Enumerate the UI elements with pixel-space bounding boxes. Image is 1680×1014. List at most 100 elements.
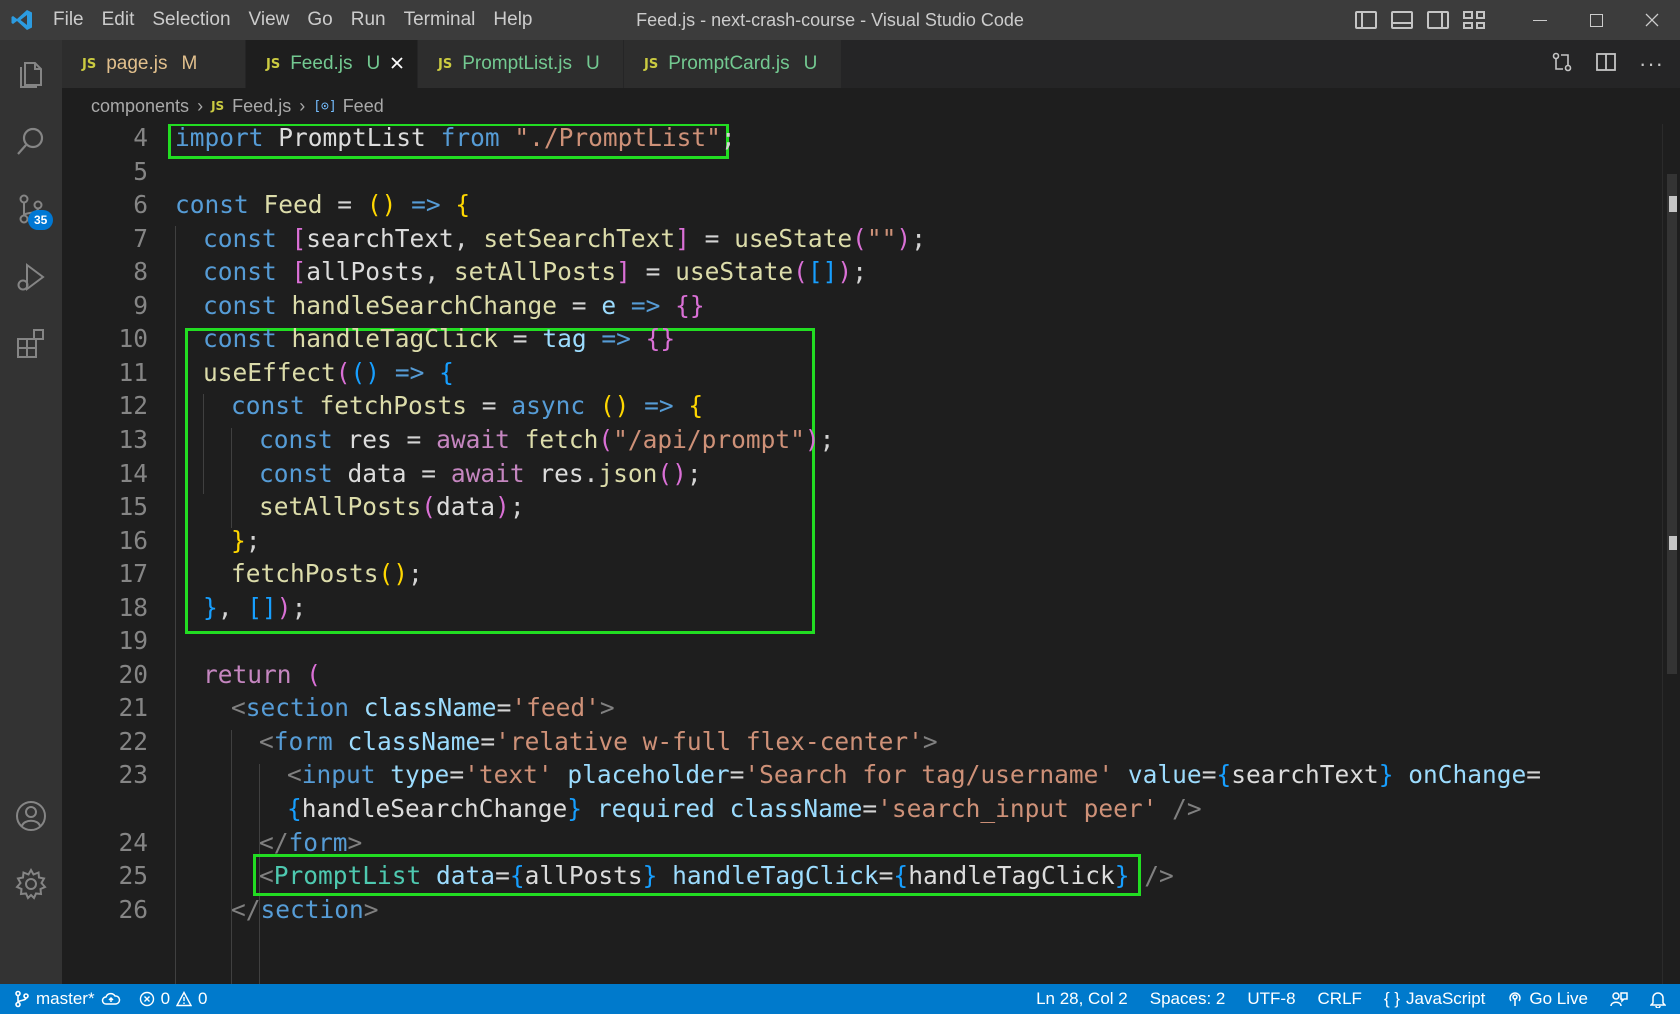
line-number: 22	[118, 726, 148, 756]
menu-view[interactable]: View	[240, 0, 299, 40]
code-text: }, []);	[203, 590, 306, 626]
code-token: }	[203, 592, 218, 622]
source-control-icon[interactable]: 35	[0, 178, 62, 240]
minimize-button[interactable]	[1512, 0, 1568, 40]
code-line[interactable]: 22 <form className='relative w-full flex-…	[62, 724, 1662, 760]
code-line[interactable]: 19	[62, 623, 1662, 659]
code-line[interactable]: 23 <input type='text' placeholder='Search…	[62, 757, 1662, 793]
code-line[interactable]: 25 <PromptList data={allPosts} handleTagC…	[62, 858, 1662, 894]
code-token: .	[583, 458, 599, 488]
scrollbar-thumb[interactable]	[1667, 174, 1677, 674]
go-live-button[interactable]: Go Live	[1507, 989, 1588, 1009]
maximize-button[interactable]	[1568, 0, 1624, 40]
code-line[interactable]: 12 const fetchPosts = async () => {	[62, 388, 1662, 424]
menu-run[interactable]: Run	[342, 0, 395, 40]
code-line[interactable]: 21 <section className='feed'>	[62, 690, 1662, 726]
breadcrumb-folder[interactable]: components	[91, 96, 189, 117]
explorer-icon[interactable]	[0, 42, 62, 104]
line-number: 19	[118, 626, 148, 656]
feedback-icon[interactable]	[1610, 990, 1628, 1008]
breadcrumb-symbol[interactable]: Feed	[343, 96, 384, 117]
toggle-primary-sidebar-icon[interactable]	[1355, 11, 1377, 29]
code-line[interactable]: 11 useEffect(() => {	[62, 355, 1662, 391]
menu-selection[interactable]: Selection	[143, 0, 239, 40]
code-token: 'feed'	[511, 693, 600, 723]
menu-edit[interactable]: Edit	[93, 0, 144, 40]
compare-changes-icon[interactable]	[1551, 51, 1573, 78]
code-line[interactable]: 17 fetchPosts();	[62, 556, 1662, 592]
code-token: input	[301, 760, 376, 790]
tab-feed-js[interactable]: JS Feed.js U	[246, 40, 418, 88]
code-line[interactable]: 8 const [allPosts, setAllPosts] = useStat…	[62, 254, 1662, 290]
menu-terminal[interactable]: Terminal	[395, 0, 485, 40]
code-line[interactable]: 16};	[62, 523, 1662, 559]
code-line[interactable]: 6 const Feed = () => {	[62, 187, 1662, 223]
code-token: ,	[453, 223, 484, 253]
notifications-bell-icon[interactable]	[1650, 990, 1666, 1008]
code-line[interactable]: 20 return (	[62, 657, 1662, 693]
code-line[interactable]: 5	[62, 154, 1662, 190]
tab-promptlist-js[interactable]: JS PromptList.js U	[418, 40, 624, 88]
encoding-status[interactable]: UTF-8	[1247, 989, 1295, 1009]
code-line[interactable]: 15 setAllPosts(data);	[62, 489, 1662, 525]
extensions-icon[interactable]	[0, 312, 62, 374]
code-line[interactable]: 26 </section>	[62, 892, 1662, 928]
toggle-secondary-sidebar-icon[interactable]	[1427, 11, 1449, 29]
code-line[interactable]: 10 const handleTagClick = tag => {}	[62, 321, 1662, 357]
menu-help[interactable]: Help	[484, 0, 541, 40]
code-line[interactable]: 4 import PromptList from "./PromptList";	[62, 124, 1662, 156]
code-token: >	[347, 827, 363, 857]
menu-go[interactable]: Go	[298, 0, 341, 40]
code-line[interactable]: 18 }, []);	[62, 590, 1662, 626]
menu-file[interactable]: File	[44, 0, 93, 40]
code-token: async	[511, 391, 586, 421]
breadcrumb-file[interactable]: Feed.js	[232, 96, 291, 117]
accounts-icon[interactable]	[0, 785, 62, 847]
code-line[interactable]: 7 const [searchText, setSearchText] = use…	[62, 221, 1662, 257]
code-line[interactable]: 9 const handleSearchChange = e => {}	[62, 288, 1662, 324]
code-token: ;	[686, 458, 702, 488]
close-tab-icon[interactable]	[390, 53, 404, 76]
line-number: 12	[118, 391, 148, 421]
toggle-panel-icon[interactable]	[1391, 11, 1413, 29]
code-token: =	[467, 391, 512, 421]
branch-status[interactable]: master*	[14, 989, 121, 1009]
javascript-file-icon: JS	[266, 56, 281, 72]
indentation-status[interactable]: Spaces: 2	[1150, 989, 1226, 1009]
tab-promptcard-js[interactable]: JS PromptCard.js U	[624, 40, 842, 88]
code-line[interactable]: 24 </form>	[62, 825, 1662, 861]
braces-icon: { }	[1383, 989, 1401, 1008]
tab-page-js[interactable]: JS page.js M	[62, 40, 246, 88]
editor-scrollbar[interactable]	[1662, 124, 1680, 984]
code-token: </	[259, 827, 289, 857]
problems-status[interactable]: 0 0	[139, 989, 208, 1009]
close-window-button[interactable]	[1624, 0, 1680, 40]
manage-gear-icon[interactable]	[0, 853, 62, 915]
more-actions-icon[interactable]: ···	[1639, 51, 1664, 77]
code-line[interactable]: 13 const res = await fetch("/api/prompt")…	[62, 422, 1662, 458]
code-editor[interactable]: 4 import PromptList from "./PromptList"; 5…	[62, 124, 1662, 984]
code-line[interactable]: {handleSearchChange} required className=…	[62, 791, 1662, 827]
eol-status[interactable]: CRLF	[1318, 989, 1362, 1009]
code-token: }	[642, 861, 658, 891]
search-icon[interactable]	[0, 110, 62, 172]
split-editor-icon[interactable]	[1595, 51, 1617, 78]
code-token: =	[496, 693, 512, 723]
code-token: =	[322, 190, 367, 220]
language-mode[interactable]: { } JavaScript	[1384, 989, 1485, 1009]
git-branch-icon	[15, 990, 29, 1008]
code-line[interactable]: 14 const data = await res.json();	[62, 456, 1662, 492]
code-token: =	[391, 424, 437, 454]
line-number: 23	[118, 760, 148, 790]
run-debug-icon[interactable]	[0, 246, 62, 308]
customize-layout-icon[interactable]	[1463, 11, 1485, 29]
code-token: setAllPosts	[453, 257, 617, 287]
cursor-position[interactable]: Ln 28, Col 2	[1036, 989, 1128, 1009]
line-number: 18	[118, 592, 148, 622]
